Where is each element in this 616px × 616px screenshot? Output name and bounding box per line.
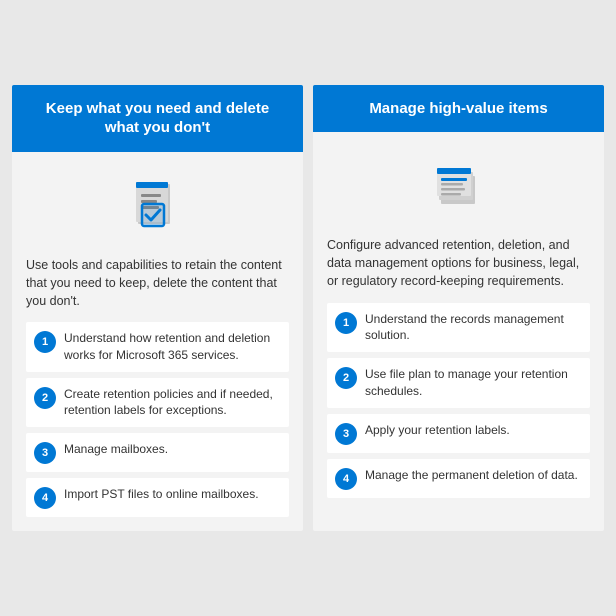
right-card: Manage high-value items Con bbox=[313, 85, 604, 532]
step-text: Manage the permanent deletion of data. bbox=[365, 467, 578, 484]
left-description: Use tools and capabilities to retain the… bbox=[26, 256, 289, 310]
list-item: 3 Apply your retention labels. bbox=[327, 414, 590, 453]
list-item: 1 Understand the records management solu… bbox=[327, 303, 590, 353]
step-text: Import PST files to online mailboxes. bbox=[64, 486, 259, 503]
retention-icon bbox=[126, 176, 190, 240]
step-number: 1 bbox=[34, 331, 56, 353]
left-card: Keep what you need and delete what you d… bbox=[12, 85, 303, 532]
step-number: 3 bbox=[335, 423, 357, 445]
step-text: Understand the records management soluti… bbox=[365, 311, 580, 345]
right-card-header: Manage high-value items bbox=[313, 85, 604, 133]
step-text: Understand how retention and deletion wo… bbox=[64, 330, 279, 364]
step-number: 2 bbox=[335, 367, 357, 389]
right-card-body: Configure advanced retention, deletion, … bbox=[313, 132, 604, 531]
step-text: Create retention policies and if needed,… bbox=[64, 386, 279, 420]
records-icon bbox=[427, 156, 491, 220]
step-text: Use file plan to manage your retention s… bbox=[365, 366, 580, 400]
left-step-list: 1 Understand how retention and deletion … bbox=[26, 322, 289, 517]
list-item: 4 Import PST files to online mailboxes. bbox=[26, 478, 289, 517]
left-card-header: Keep what you need and delete what you d… bbox=[12, 85, 303, 152]
step-number: 4 bbox=[34, 487, 56, 509]
list-item: 2 Create retention policies and if neede… bbox=[26, 378, 289, 428]
step-number: 1 bbox=[335, 312, 357, 334]
list-item: 1 Understand how retention and deletion … bbox=[26, 322, 289, 372]
step-number: 4 bbox=[335, 468, 357, 490]
left-card-body: Use tools and capabilities to retain the… bbox=[12, 152, 303, 532]
step-number: 2 bbox=[34, 387, 56, 409]
right-icon-area bbox=[327, 148, 590, 224]
step-number: 3 bbox=[34, 442, 56, 464]
left-icon-area bbox=[26, 168, 289, 244]
list-item: 4 Manage the permanent deletion of data. bbox=[327, 459, 590, 498]
right-description: Configure advanced retention, deletion, … bbox=[327, 236, 590, 290]
list-item: 2 Use file plan to manage your retention… bbox=[327, 358, 590, 408]
right-step-list: 1 Understand the records management solu… bbox=[327, 303, 590, 498]
step-text: Manage mailboxes. bbox=[64, 441, 168, 458]
main-container: Keep what you need and delete what you d… bbox=[12, 85, 604, 532]
list-item: 3 Manage mailboxes. bbox=[26, 433, 289, 472]
step-text: Apply your retention labels. bbox=[365, 422, 510, 439]
